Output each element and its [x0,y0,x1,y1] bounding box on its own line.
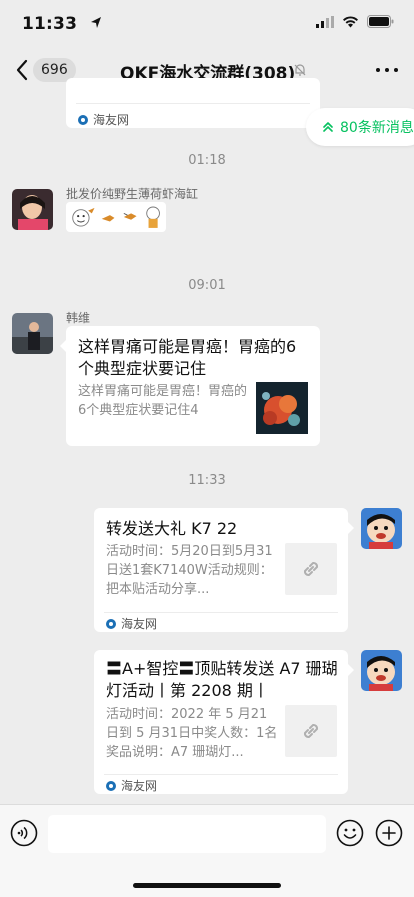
status-bar: 11:33 [0,0,414,48]
article-title: 这样胃痛可能是胃癌！胃癌的6个典型症状要记住 [78,337,297,378]
emoji-icon[interactable] [336,819,364,847]
avatar-photo [12,189,53,230]
avatar[interactable] [12,189,53,230]
location-arrow-icon [91,17,101,28]
avatar-cartoon [361,508,402,549]
source-logo-icon [78,114,88,125]
message-input[interactable] [48,815,326,853]
more-dot-icon [394,68,398,72]
plus-icon[interactable] [375,819,403,847]
sticker-hand-icon [102,215,115,222]
avatar-cartoon [361,650,402,691]
sticker-message[interactable] [66,202,166,232]
cellular-signal-icon [316,15,334,28]
message-timestamp: 09:01 [188,278,226,293]
my-avatar[interactable] [361,508,402,549]
card-divider [104,774,338,775]
sender-name: 韩维 [66,311,91,325]
my-avatar[interactable] [361,650,402,691]
new-messages-button[interactable]: 80条新消息 [306,108,414,146]
link-description: 活动时间：5月20日到5月31日送1套K7140W活动规则：把本贴活动分享... [106,544,273,597]
avatar[interactable] [12,313,53,354]
message-timestamp: 01:18 [188,153,226,168]
card-source: 海友网 [106,615,157,632]
avatar-photo [12,313,53,354]
card-divider [76,103,310,104]
more-dot-icon [385,68,389,72]
more-dot-icon [376,68,380,72]
source-logo-icon [106,618,116,629]
battery-icon [367,15,394,28]
message-timestamp: 11:33 [188,473,226,488]
link-chain-icon [303,723,319,739]
card-divider [104,612,338,613]
wifi-icon [343,15,358,27]
card-source: 海友网 [78,111,129,128]
article-card[interactable]: 这样胃痛可能是胃癌！胃癌的6个典型症状要记住 这样胃痛可能是胃癌！胃癌的6个典型… [60,326,320,446]
link-title: 〓A+智控〓顶贴转发送 A7 珊瑚灯活动丨第 2208 期丨 [106,659,338,700]
link-card[interactable]: 转发送大礼 K7 22 活动时间：5月20日到5月31日送1套K7140W活动规… [94,508,354,632]
card-source-label: 海友网 [121,779,158,793]
status-time: 11:33 [22,14,78,34]
article-description: 这样胃痛可能是胃癌！胃癌的6个典型症状要记住4 [78,384,248,418]
link-card[interactable]: 〓A+智控〓顶贴转发送 A7 珊瑚灯活动丨第 2208 期丨 活动时间：2022… [94,650,354,794]
link-title: 转发送大礼 K7 22 [106,519,238,538]
link-card-partial[interactable]: 海友网 [66,78,320,128]
source-logo-icon [106,780,116,791]
voice-input-icon[interactable] [10,819,38,847]
link-chain-icon [303,561,319,577]
mute-bell-icon [294,64,306,76]
card-source-label: 海友网 [93,113,130,127]
link-thumbnail [285,543,337,595]
link-thumbnail [285,705,337,757]
more-options-button[interactable] [376,68,398,72]
card-source: 海友网 [106,777,157,794]
sticker-face-icon [72,207,95,227]
double-up-arrow-icon [323,122,333,132]
sticker-clap-icon [123,212,137,220]
home-indicator[interactable] [133,883,281,888]
card-source-label: 海友网 [121,617,158,631]
back-chevron-icon[interactable] [14,58,30,82]
sender-name: 批发价纯野生薄荷虾海缸 [66,187,199,201]
sticker-character-icon [146,206,160,228]
status-icons [316,15,394,28]
new-messages-label: 80条新消息 [340,120,414,136]
article-thumbnail [256,382,308,434]
link-description: 活动时间：2022 年 5 月21日到 5 月31日中奖人数：1名奖品说明：A7… [106,707,278,760]
